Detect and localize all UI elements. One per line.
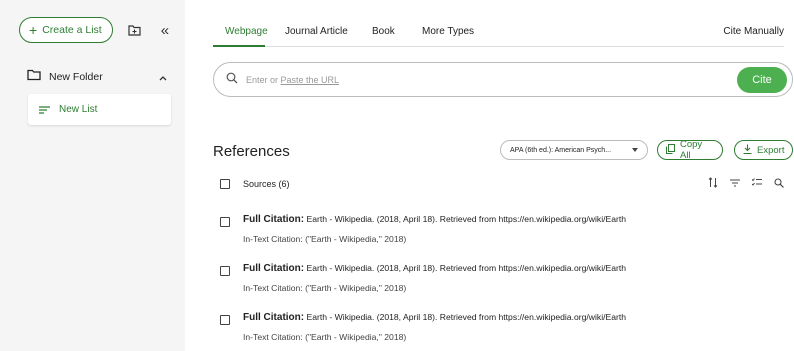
export-button[interactable]: Export xyxy=(734,140,793,160)
full-citation[interactable]: Full Citation: Earth - Wikipedia. (2018,… xyxy=(243,214,626,225)
citation-checkbox[interactable] xyxy=(220,217,230,227)
collapse-icon[interactable]: « xyxy=(161,22,169,39)
sort-icon[interactable] xyxy=(708,177,718,188)
paste-url-link[interactable]: Paste the URL xyxy=(281,75,340,85)
sidebar-toolbar: + Create a List « xyxy=(19,17,169,43)
copy-all-button[interactable]: Copy All xyxy=(657,139,723,161)
folder-item[interactable]: New Folder xyxy=(27,68,167,86)
citation-checkbox[interactable] xyxy=(220,266,230,276)
in-text-citation[interactable]: In-Text Citation: ("Earth - Wikipedia," … xyxy=(243,332,406,342)
full-citation-text: Earth - Wikipedia. (2018, April 18). Ret… xyxy=(304,312,627,322)
full-citation-label: Full Citation: xyxy=(243,214,305,225)
tab-more-types[interactable]: More Types xyxy=(422,26,474,37)
create-list-label: Create a List xyxy=(42,24,102,36)
active-tab-indicator xyxy=(213,45,265,47)
plus-icon: + xyxy=(29,22,38,38)
full-citation-text: Earth - Wikipedia. (2018, April 18). Ret… xyxy=(304,214,627,224)
list-icon xyxy=(39,101,50,119)
chevron-up-icon[interactable] xyxy=(159,68,167,86)
export-label: Export xyxy=(757,144,785,156)
url-placeholder-prefix: Enter or xyxy=(246,74,281,85)
main-panel: Webpage Journal Article Book More Types … xyxy=(185,0,794,351)
source-type-tabs: Webpage Journal Article Book More Types … xyxy=(213,17,784,47)
citation-checkbox[interactable] xyxy=(220,315,230,325)
sidebar: + Create a List « New Folder New List xyxy=(0,0,185,351)
in-text-citation[interactable]: In-Text Citation: ("Earth - Wikipedia," … xyxy=(243,283,406,293)
url-input[interactable]: Enter or Paste the URL xyxy=(246,75,676,85)
cite-button[interactable]: Cite xyxy=(737,67,787,93)
references-title: References xyxy=(213,143,290,160)
in-text-citation[interactable]: In-Text Citation: ("Earth - Wikipedia," … xyxy=(243,234,406,244)
tab-book[interactable]: Book xyxy=(372,26,395,37)
full-citation[interactable]: Full Citation: Earth - Wikipedia. (2018,… xyxy=(243,263,626,274)
tab-webpage[interactable]: Webpage xyxy=(225,26,268,37)
select-all-checkbox[interactable] xyxy=(220,179,230,189)
search-icon xyxy=(226,71,238,89)
reference-tools xyxy=(708,177,784,188)
sidebar-item-new-list[interactable]: New List xyxy=(28,94,171,125)
full-citation[interactable]: Full Citation: Earth - Wikipedia. (2018,… xyxy=(243,312,626,323)
folder-label: New Folder xyxy=(49,71,103,83)
sources-count: Sources (6) xyxy=(243,179,290,189)
folder-icon xyxy=(27,68,41,86)
create-list-button[interactable]: + Create a List xyxy=(19,17,113,43)
dropdown-arrow-icon xyxy=(632,148,638,152)
tab-journal-article[interactable]: Journal Article xyxy=(285,26,348,37)
new-folder-icon[interactable] xyxy=(127,22,143,38)
checklist-icon[interactable] xyxy=(752,178,762,187)
filter-icon[interactable] xyxy=(730,178,740,187)
copy-icon xyxy=(666,143,675,157)
cite-manually-link[interactable]: Cite Manually xyxy=(723,26,784,37)
url-search-bar[interactable]: Enter or Paste the URL Cite xyxy=(213,62,793,97)
full-citation-label: Full Citation: xyxy=(243,312,305,323)
citation-style-value: APA (6th ed.): American Psych... xyxy=(510,146,612,154)
list-label: New List xyxy=(59,104,98,115)
download-icon xyxy=(743,144,752,157)
citation-style-select[interactable]: APA (6th ed.): American Psych... xyxy=(500,140,648,160)
full-citation-label: Full Citation: xyxy=(243,263,305,274)
copy-all-label: Copy All xyxy=(680,139,703,161)
full-citation-text: Earth - Wikipedia. (2018, April 18). Ret… xyxy=(304,263,627,273)
sources-header: Sources (6) xyxy=(220,176,784,192)
search-references-icon[interactable] xyxy=(774,177,784,188)
